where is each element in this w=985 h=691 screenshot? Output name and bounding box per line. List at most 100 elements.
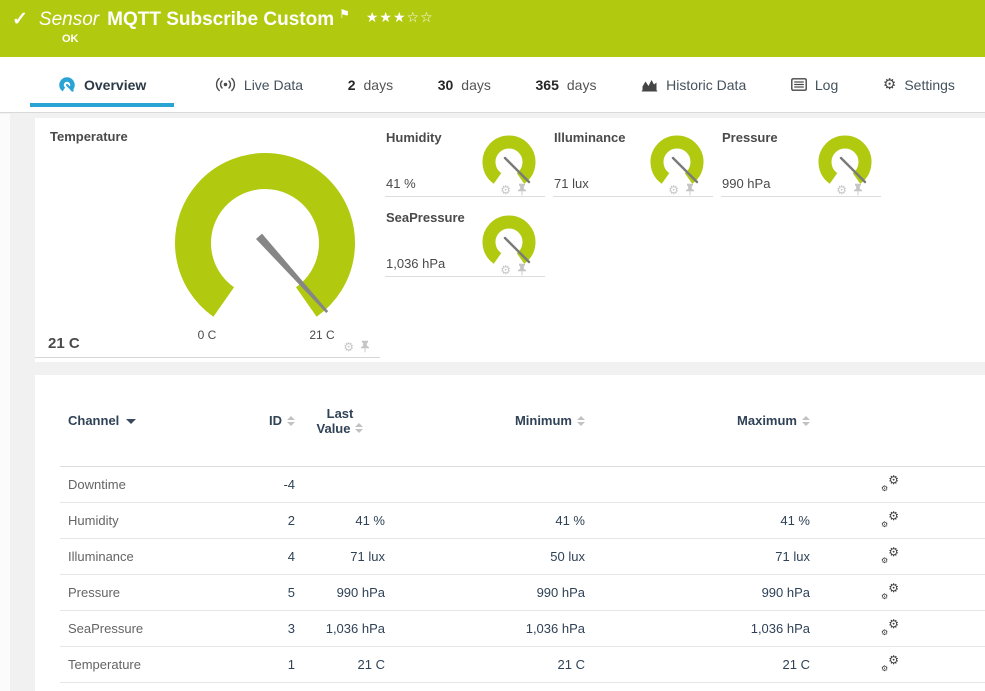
tab-historic-data-label: Historic Data [666, 77, 746, 93]
table-row: Downtime -4 ⚙ ⚙ [60, 467, 985, 503]
column-header-maximum-label: Maximum [737, 413, 797, 428]
channel-gear-icon[interactable]: ⚙ [500, 184, 511, 196]
channel-settings-icon[interactable]: ⚙ ⚙ [881, 585, 899, 600]
cell-last-value: 1,036 hPa [295, 621, 385, 636]
column-header-channel[interactable]: Channel [60, 413, 240, 428]
pin-icon[interactable] [517, 183, 527, 196]
channel-settings-icon[interactable]: ⚙ ⚙ [881, 621, 899, 636]
tab-settings[interactable]: ⚙ Settings [879, 57, 959, 112]
tab-live-data[interactable]: Live Data [211, 57, 307, 112]
cell-maximum: 1,036 hPa [585, 621, 810, 636]
tab-2-days[interactable]: 2 days [344, 57, 397, 112]
tab-365-days[interactable]: 365 days [532, 57, 601, 112]
channel-settings-icon[interactable]: ⚙ ⚙ [881, 477, 899, 492]
channel-settings-icon[interactable]: ⚙ ⚙ [881, 657, 899, 672]
histogram-icon [641, 78, 658, 92]
gauge-toolbar: ⚙ [500, 263, 527, 276]
channel-gear-icon[interactable]: ⚙ [343, 341, 354, 353]
main-gauge-title: Temperature [50, 129, 128, 144]
cell-id: 2 [240, 513, 295, 528]
gauge-tile: Pressure 990 hPa ⚙ [721, 129, 881, 197]
cell-minimum: 41 % [385, 513, 585, 528]
tab-365-days-unit: days [567, 77, 597, 93]
cell-last-value: 21 C [295, 657, 385, 672]
tab-bar: Overview Live Data 2 days 30 days 365 da… [0, 57, 985, 113]
main-gauge-temperature: Temperature 0 C 21 C 21 C ⚙ [35, 118, 380, 358]
sort-icon [802, 416, 810, 426]
cell-channel[interactable]: Temperature [60, 657, 240, 672]
cell-last-value: 990 hPa [295, 585, 385, 600]
tab-30-days-unit: days [461, 77, 491, 93]
sensor-title: MQTT Subscribe Custom [107, 7, 334, 33]
gauge-tile: Illuminance 71 lux ⚙ [553, 129, 713, 197]
temperature-gauge [170, 148, 360, 338]
tab-2-days-unit: days [364, 77, 394, 93]
channel-table-panel: Channel ID Last Value Minimum Maximum [35, 375, 985, 691]
tab-settings-label: Settings [904, 77, 955, 93]
pin-icon[interactable] [853, 183, 863, 196]
gauge-tile: Humidity 41 % ⚙ [385, 129, 545, 197]
stars-empty[interactable]: ☆☆ [407, 10, 434, 26]
main-gauge-value: 21 C [48, 335, 80, 352]
status-check-icon: ✓ [12, 7, 28, 33]
gauge-toolbar: ⚙ [668, 183, 695, 196]
column-header-last-value[interactable]: Last Value [295, 406, 385, 436]
tab-historic-data[interactable]: Historic Data [637, 57, 750, 112]
tile-title: Illuminance [554, 130, 626, 145]
column-header-channel-label: Channel [68, 413, 119, 428]
cell-minimum: 1,036 hPa [385, 621, 585, 636]
tab-30-days[interactable]: 30 days [434, 57, 495, 112]
sensor-status-badge: OK [62, 33, 79, 45]
cell-minimum: 990 hPa [385, 585, 585, 600]
cell-maximum: 71 lux [585, 549, 810, 564]
cell-id: 3 [240, 621, 295, 636]
table-row: Illuminance 4 71 lux 50 lux 71 lux ⚙ ⚙ [60, 539, 985, 575]
cell-minimum: 50 lux [385, 549, 585, 564]
pin-icon[interactable] [360, 340, 370, 353]
cell-id: -4 [240, 477, 295, 492]
gauge-scale-max: 21 C [309, 328, 334, 342]
cell-minimum: 21 C [385, 657, 585, 672]
cell-channel[interactable]: Illuminance [60, 549, 240, 564]
tab-overview-label: Overview [84, 77, 146, 93]
tab-live-data-label: Live Data [244, 77, 303, 93]
cell-id: 1 [240, 657, 295, 672]
table-row: Temperature 1 21 C 21 C 21 C ⚙ ⚙ [60, 647, 985, 683]
column-header-id[interactable]: ID [240, 413, 295, 428]
tab-log-label: Log [815, 77, 838, 93]
column-header-minimum[interactable]: Minimum [385, 413, 585, 428]
priority-stars[interactable]: ★★★☆☆ [366, 10, 434, 26]
column-header-minimum-label: Minimum [515, 413, 572, 428]
pin-icon[interactable] [517, 263, 527, 276]
cell-channel[interactable]: Humidity [60, 513, 240, 528]
tab-overview[interactable]: Overview [30, 57, 174, 112]
tab-log[interactable]: Log [787, 57, 842, 112]
table-body: Downtime -4 ⚙ ⚙ Humidity 2 41 % 41 % 41 … [35, 467, 985, 683]
channel-settings-icon[interactable]: ⚙ ⚙ [881, 513, 899, 528]
sort-icon [577, 416, 585, 426]
sort-icon [287, 416, 295, 426]
gear-icon: ⚙ [883, 77, 896, 92]
channel-gear-icon[interactable]: ⚙ [500, 264, 511, 276]
cell-id: 4 [240, 549, 295, 564]
flag-icon[interactable]: ⚑ [339, 7, 350, 21]
sensor-header-line: ✓ Sensor MQTT Subscribe Custom ⚑ ★★★☆☆ [12, 7, 434, 33]
gauge-toolbar: ⚙ [500, 183, 527, 196]
cell-channel[interactable]: Pressure [60, 585, 240, 600]
table-row: Humidity 2 41 % 41 % 41 % ⚙ ⚙ [60, 503, 985, 539]
stars-filled[interactable]: ★★★ [366, 10, 407, 26]
gauge-tiles: Humidity 41 % ⚙ Illuminance 71 lux ⚙ [385, 129, 985, 289]
channel-gear-icon[interactable]: ⚙ [668, 184, 679, 196]
sort-desc-icon [126, 419, 136, 424]
channel-settings-icon[interactable]: ⚙ ⚙ [881, 549, 899, 564]
pin-icon[interactable] [685, 183, 695, 196]
tab-30-days-number: 30 [438, 77, 454, 93]
cell-maximum: 21 C [585, 657, 810, 672]
sort-icon [355, 423, 363, 433]
gauge-scale-min: 0 C [198, 328, 217, 342]
cell-channel[interactable]: Downtime [60, 477, 240, 492]
cell-channel[interactable]: SeaPressure [60, 621, 240, 636]
column-header-maximum[interactable]: Maximum [585, 413, 810, 428]
channel-gear-icon[interactable]: ⚙ [836, 184, 847, 196]
tile-value: 1,036 hPa [386, 256, 445, 271]
